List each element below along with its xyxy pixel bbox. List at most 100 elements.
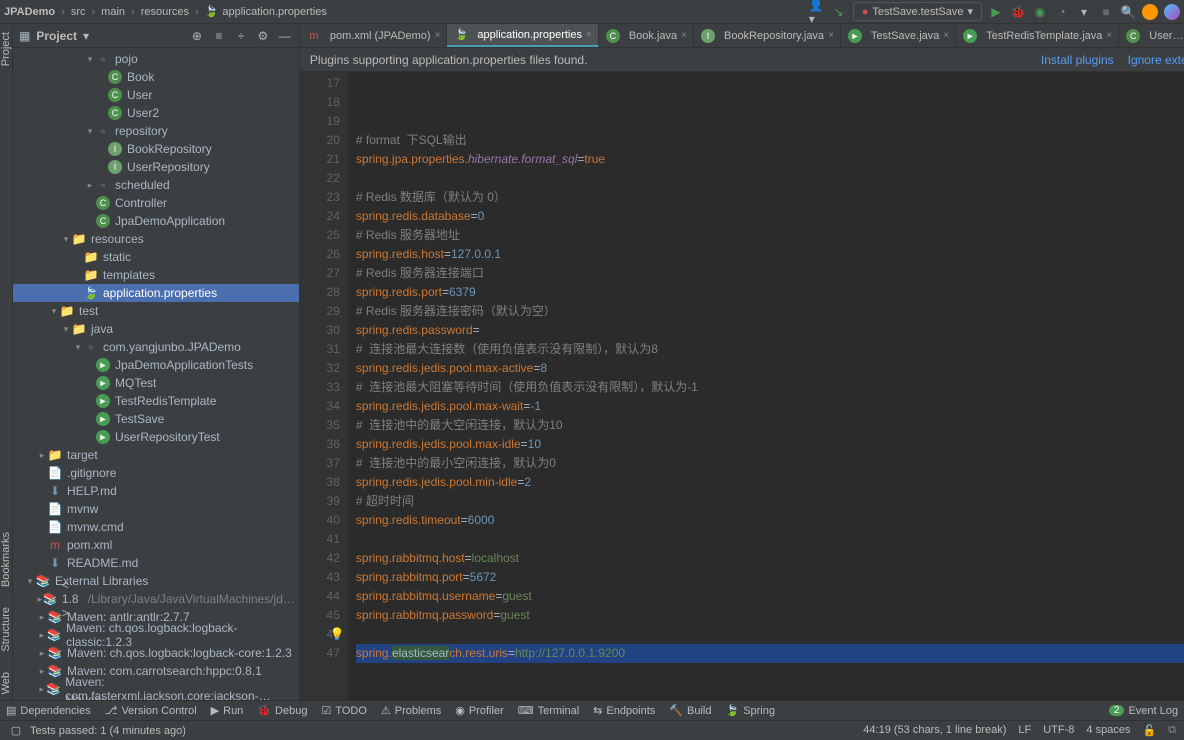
toolwindow-endpoints[interactable]: ⇆Endpoints	[593, 704, 655, 717]
expand-icon[interactable]: ▾	[61, 324, 71, 335]
chevron-down-icon[interactable]: ▾	[83, 29, 89, 43]
code-line[interactable]: # Redis 数据库（默认为 0）	[356, 188, 1184, 207]
toolwindow-todo[interactable]: ☑TODO	[321, 704, 366, 717]
coverage-icon[interactable]: ◉	[1032, 4, 1048, 20]
tree-row[interactable]: ▾▫pojo	[13, 50, 299, 68]
editor-tab[interactable]: ►TestRedisTemplate.java×	[956, 24, 1119, 47]
debug-icon[interactable]: 🐞	[1010, 4, 1026, 20]
toolwindow-version-control[interactable]: ⎇Version Control	[105, 704, 197, 717]
tree-row[interactable]: ▸📚< 1.8 >/Library/Java/JavaVirtualMachin…	[13, 590, 299, 608]
toolwindow-build[interactable]: 🔨Build	[669, 704, 711, 717]
close-icon[interactable]: ×	[435, 30, 441, 41]
tree-row[interactable]: ►UserRepositoryTest	[13, 428, 299, 446]
tree-row[interactable]: 🍃application.properties	[13, 284, 299, 302]
close-icon[interactable]: ×	[586, 29, 592, 40]
toolwindow-run[interactable]: ▶Run	[211, 704, 244, 717]
code-line[interactable]: # format 下SQL输出	[356, 131, 1184, 150]
expand-icon[interactable]: ▸	[37, 450, 47, 461]
tree-row[interactable]: IBookRepository	[13, 140, 299, 158]
hammer-icon[interactable]: ↘	[831, 4, 847, 20]
code-line[interactable]: # Redis 服务器连接端口	[356, 264, 1184, 283]
code-line[interactable]: spring.redis.jedis.pool.min-idle=2	[356, 473, 1184, 492]
code-line[interactable]: spring.redis.port=6379	[356, 283, 1184, 302]
code-line[interactable]: # Redis 服务器地址	[356, 226, 1184, 245]
expand-icon[interactable]: ▾	[85, 54, 95, 65]
tree-row[interactable]: ▸📚Maven: ch.qos.logback:logback-core:1.2…	[13, 644, 299, 662]
code-line[interactable]: spring.rabbitmq.username=guest	[356, 587, 1184, 606]
code-line[interactable]: spring.redis.password=	[356, 321, 1184, 340]
crumb-resources[interactable]: resources	[141, 6, 189, 18]
code-line[interactable]: # 超时时间	[356, 492, 1184, 511]
caret-position[interactable]: 44:19 (53 chars, 1 line break)	[863, 724, 1006, 737]
editor-tab[interactable]: mpom.xml (JPADemo)×	[300, 24, 448, 47]
stop-icon[interactable]: ■	[1098, 4, 1114, 20]
expand-icon[interactable]: ▾	[73, 342, 83, 353]
code-line[interactable]: spring.redis.host=127.0.0.1	[356, 245, 1184, 264]
tree-row[interactable]: ▾▫com.yangjunbo.JPADemo	[13, 338, 299, 356]
tree-row[interactable]: ▸📚Maven: ch.qos.logback:logback-classic:…	[13, 626, 299, 644]
indent-setting[interactable]: 4 spaces	[1086, 724, 1130, 737]
code-line[interactable]: # 连接池最大阻塞等待时间（使用负值表示没有限制），默认为-1	[356, 378, 1184, 397]
project-tree[interactable]: ▾▫pojoCBookCUserCUser2▾▫repositoryIBookR…	[13, 48, 299, 700]
tree-row[interactable]: ⬇HELP.md	[13, 482, 299, 500]
toolwindow-profiler[interactable]: ◉Profiler	[455, 704, 503, 717]
tree-row[interactable]: ▸📚Maven: com.fasterxml.jackson.core:jack…	[13, 698, 299, 700]
expand-icon[interactable]: ▸	[37, 648, 47, 659]
code-line[interactable]: spring.redis.timeout=6000	[356, 511, 1184, 530]
code-line[interactable]: 💡	[356, 625, 1184, 644]
close-icon[interactable]: ×	[1106, 30, 1112, 41]
crumb-file[interactable]: application.properties	[222, 6, 327, 18]
code-line[interactable]: spring.redis.database=0	[356, 207, 1184, 226]
close-icon[interactable]: ×	[681, 30, 687, 41]
editor-tab[interactable]: CBook.java×	[599, 24, 694, 47]
expand-icon[interactable]: ▸	[37, 684, 46, 695]
code-line[interactable]: spring.redis.jedis.pool.max-active=8	[356, 359, 1184, 378]
editor-tab[interactable]: 🍃application.properties×	[447, 24, 598, 47]
avatar[interactable]	[1142, 4, 1158, 20]
toolwindow-spring[interactable]: 🍃Spring	[725, 704, 775, 717]
code-line[interactable]: spring.jpa.properties.hibernate.format_s…	[356, 150, 1184, 169]
search-icon[interactable]: 🔍	[1120, 4, 1136, 20]
expand-icon[interactable]: ▸	[37, 630, 47, 641]
tree-row[interactable]: ▾📁test	[13, 302, 299, 320]
expand-icon[interactable]: ▾	[85, 126, 95, 137]
run-icon[interactable]: ▶	[988, 4, 1004, 20]
code-line[interactable]: spring.rabbitmq.host=localhost	[356, 549, 1184, 568]
toolwindow-dependencies[interactable]: ▤Dependencies	[6, 704, 91, 717]
tree-row[interactable]: ▾📚External Libraries	[13, 572, 299, 590]
code-line[interactable]: # 连接池中的最大空闲连接，默认为10	[356, 416, 1184, 435]
target-icon[interactable]: ⊕	[189, 28, 205, 44]
tree-row[interactable]: 📁static	[13, 248, 299, 266]
expand-icon[interactable]: ▸	[85, 180, 95, 191]
tree-row[interactable]: CUser2	[13, 104, 299, 122]
tree-row[interactable]: 📄mvnw.cmd	[13, 518, 299, 536]
tree-row[interactable]: 📄.gitignore	[13, 464, 299, 482]
code-line[interactable]	[356, 682, 1184, 700]
toolwindow-terminal[interactable]: ⌨Terminal	[518, 704, 579, 717]
tool-bookmarks[interactable]: Bookmarks	[0, 532, 12, 587]
profile-icon[interactable]: ◔	[1054, 4, 1070, 20]
expand-icon[interactable]: ▾	[49, 306, 59, 317]
code-line[interactable]: spring.redis.jedis.pool.max-wait=-1	[356, 397, 1184, 416]
code-editor[interactable]: ✔ # format 下SQL输出spring.jpa.properties.h…	[348, 72, 1184, 700]
close-icon[interactable]: ×	[943, 30, 949, 41]
tree-row[interactable]: ▾📁resources	[13, 230, 299, 248]
editor-tab[interactable]: ►TestSave.java×	[841, 24, 956, 47]
readonly-icon[interactable]: 🔓	[1142, 724, 1156, 737]
tree-row[interactable]: CUser	[13, 86, 299, 104]
file-encoding[interactable]: UTF-8	[1043, 724, 1074, 737]
user-icon[interactable]: 👤▾	[809, 4, 825, 20]
code-line[interactable]	[356, 663, 1184, 682]
code-line[interactable]: # 连接池最大连接数（使用负值表示没有限制），默认为8	[356, 340, 1184, 359]
code-line[interactable]: # 连接池中的最小空闲连接，默认为0	[356, 454, 1184, 473]
tree-row[interactable]: CBook	[13, 68, 299, 86]
line-separator[interactable]: LF	[1018, 724, 1031, 737]
intention-bulb-icon[interactable]: 💡	[330, 625, 345, 644]
code-line[interactable]	[356, 169, 1184, 188]
ignore-extension-link[interactable]: Ignore extension	[1128, 53, 1184, 67]
memory-indicator-icon[interactable]: ⧉	[1168, 724, 1176, 737]
more-run-icon[interactable]: ▾	[1076, 4, 1092, 20]
tree-row[interactable]: ▸▫scheduled	[13, 176, 299, 194]
tree-row[interactable]: mpom.xml	[13, 536, 299, 554]
tree-row[interactable]: ►MQTest	[13, 374, 299, 392]
